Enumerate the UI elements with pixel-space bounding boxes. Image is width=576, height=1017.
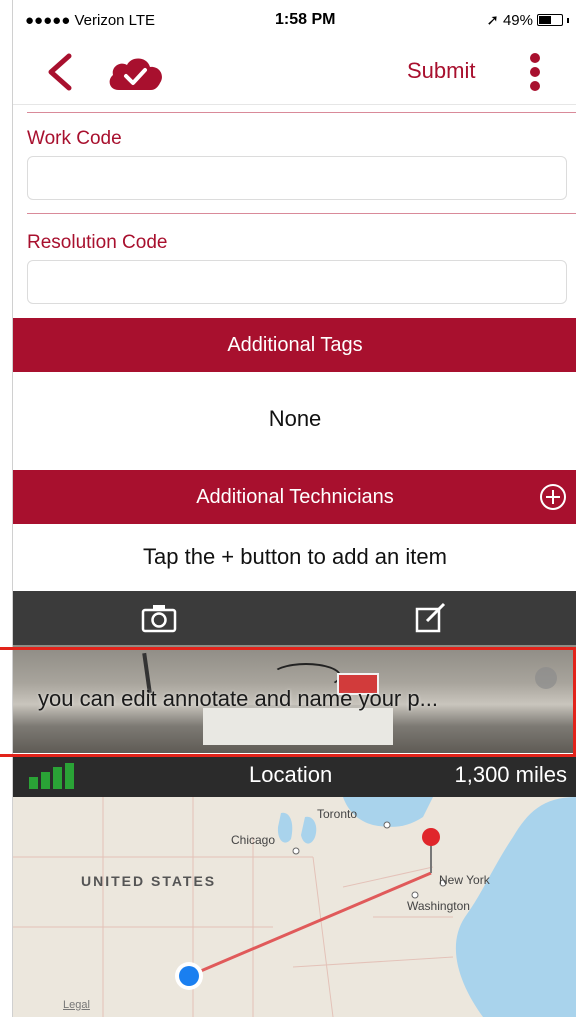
additional-tags-header: Additional Tags	[13, 318, 576, 372]
map-city-label: Washington	[407, 899, 470, 913]
chevron-left-icon[interactable]	[43, 52, 77, 92]
edit-icon[interactable]	[415, 601, 447, 633]
additional-technicians-header: Additional Technicians	[13, 470, 576, 524]
battery-percent: 49%	[502, 11, 533, 29]
map-city-label: Chicago	[231, 833, 276, 847]
battery-icon	[537, 14, 563, 26]
work-code-label: Work Code	[27, 128, 122, 149]
additional-technicians-title: Additional Technicians	[196, 486, 394, 508]
photo-caption: you can edit annotate and name your p...	[38, 686, 438, 711]
cloud-check-icon[interactable]	[105, 54, 165, 92]
signal-bars-icon	[29, 763, 74, 789]
nav-bar: Submit	[13, 40, 576, 105]
status-time: 1:58 PM	[275, 11, 336, 28]
resolution-code-field[interactable]	[27, 260, 567, 304]
battery-indicator: ➚ 49%	[486, 11, 569, 29]
technicians-empty-text: Tap the + button to add an item	[143, 544, 447, 569]
resolution-code-label: Resolution Code	[27, 232, 168, 253]
additional-tags-value[interactable]: None	[13, 406, 576, 432]
work-code-field[interactable]	[27, 156, 567, 200]
submit-button[interactable]: Submit	[407, 58, 475, 84]
map-city-label: Toronto	[317, 807, 358, 821]
status-bar: ●●●●● Verizon LTE 1:58 PM ➚ 49%	[13, 0, 576, 40]
map-city-label: New York	[439, 873, 490, 887]
location-label: Location	[249, 762, 333, 787]
section-divider	[27, 213, 576, 214]
map-legal-link[interactable]: Legal	[63, 999, 90, 1011]
map-view[interactable]: Toronto Chicago New York Washington UNIT…	[13, 797, 576, 1017]
plus-circle-icon[interactable]	[539, 483, 567, 511]
camera-icon[interactable]	[141, 603, 177, 633]
phone-screen: ●●●●● Verizon LTE 1:58 PM ➚ 49% Submit W…	[12, 0, 576, 1017]
location-distance: 1,300 miles	[454, 762, 567, 787]
location-bar: Location 1,300 miles	[13, 755, 576, 797]
photo-thumbnail[interactable]: you can edit annotate and name your p...	[13, 645, 576, 753]
photo-toolbar	[13, 591, 576, 645]
location-arrow-icon: ➚	[486, 12, 499, 29]
carrier-label: ●●●●● Verizon LTE	[25, 12, 156, 29]
vertical-dots-icon[interactable]	[525, 52, 545, 92]
map-country-label: UNITED STATES	[81, 873, 217, 889]
section-divider	[27, 112, 576, 113]
